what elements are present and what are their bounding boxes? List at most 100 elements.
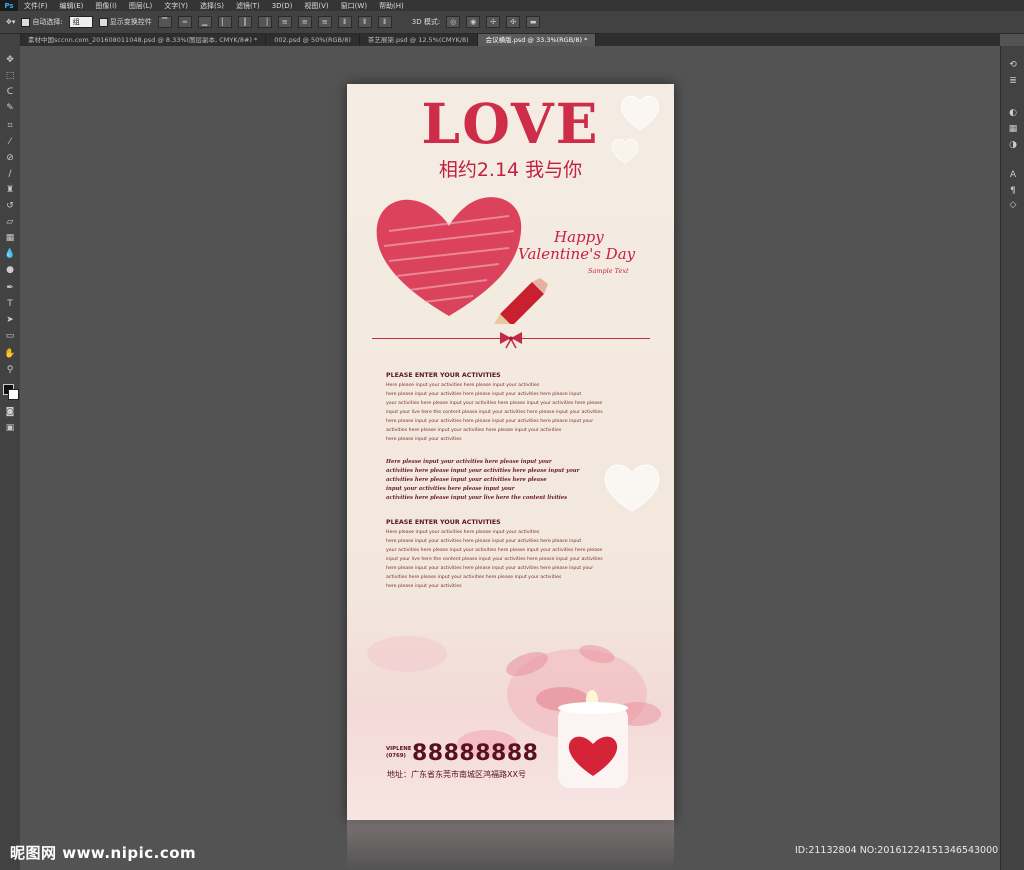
panels-strip: ⟲ ≣ ◐ ▦ ◑ A ¶ ◇	[1000, 46, 1024, 870]
align-right-icon[interactable]: ▕	[257, 16, 272, 28]
italic-line: Here please input your activities here p…	[386, 459, 552, 465]
section-2-line: here please input your activities	[386, 584, 462, 589]
auto-select-dropdown[interactable]: 组	[68, 16, 93, 28]
poster-canvas[interactable]: LOVE 相约2.14 我与你 Happy Valentine's Day Sa…	[347, 84, 674, 820]
align-center-icon[interactable]: ║	[237, 16, 252, 28]
heart-bubble-icon	[604, 464, 660, 512]
section-2-line: input your live here the content please …	[386, 557, 603, 562]
gradient-icon[interactable]: ▦	[4, 232, 16, 244]
brush-icon[interactable]: ∕	[4, 168, 16, 180]
image-id-text: ID:21132804 NO:20161224151346543000	[795, 845, 999, 856]
lasso-icon[interactable]: ᑕ	[4, 86, 16, 98]
section-2-title: PLEASE ENTER YOUR ACTIVITIES	[386, 519, 501, 526]
3d-panel-icon[interactable]: ◇	[1006, 198, 1020, 211]
align-middle-icon[interactable]: ═	[177, 16, 192, 28]
auto-select-label: 自动选择:	[32, 18, 63, 26]
section-1-line: input your live here the content please …	[386, 410, 603, 415]
paragraph-panel-icon[interactable]: ¶	[1006, 184, 1020, 197]
options-bar: ✥▾ 自动选择: 组 显示变换控件 ▔ ═ ▁ ▏ ║ ▕ ≡ ≡ ≡ ⦀ ⦀ …	[0, 11, 1024, 34]
area-code: (0769)	[386, 753, 406, 759]
menu-type[interactable]: 文字(Y)	[158, 1, 194, 11]
italic-line: activities here please input your activi…	[386, 468, 580, 474]
distribute-top-icon[interactable]: ≡	[277, 16, 292, 28]
valentines-label: Valentine's Day	[518, 245, 636, 263]
happy-valentines-text: Happy Valentine's Day Sample Text	[518, 229, 658, 280]
menu-edit[interactable]: 编辑(E)	[54, 1, 90, 11]
roll-3d-icon[interactable]: ◉	[466, 16, 481, 28]
move-tool-icon[interactable]: ✥▾	[6, 18, 15, 26]
dodge-icon[interactable]: ●	[4, 264, 16, 276]
menu-3d[interactable]: 3D(D)	[266, 2, 299, 10]
quick-select-icon[interactable]: ✎	[4, 102, 16, 114]
move-icon[interactable]: ✥	[4, 54, 16, 66]
show-transform-label: 显示变换控件	[109, 18, 152, 26]
eyedropper-icon[interactable]: ⁄	[4, 136, 16, 148]
menu-window[interactable]: 窗口(W)	[335, 1, 373, 11]
align-left-icon[interactable]: ▏	[217, 16, 232, 28]
swatches-panel-icon[interactable]: ▦	[1006, 122, 1020, 135]
clone-stamp-icon[interactable]: ♜	[4, 184, 16, 196]
menu-view[interactable]: 视图(V)	[298, 1, 334, 11]
italic-line: input your activities here please input …	[386, 486, 515, 492]
screen-mode-icon[interactable]: ▣	[4, 422, 16, 434]
history-panel-icon[interactable]: ⟲	[1006, 58, 1020, 71]
section-1-line: here please input your activities here p…	[386, 392, 582, 397]
section-1-line: here please input your activities	[386, 437, 462, 442]
color-panel-icon[interactable]: ◐	[1006, 106, 1020, 119]
slide-3d-icon[interactable]: ✣	[506, 16, 521, 28]
tab-document-1[interactable]: 素材中国sccnn.com_201608011048.psd @ 8.33%(图…	[20, 34, 267, 46]
menu-select[interactable]: 选择(S)	[194, 1, 230, 11]
document-tabs: 素材中国sccnn.com_201608011048.psd @ 8.33%(图…	[20, 34, 1000, 46]
character-panel-icon[interactable]: A	[1006, 168, 1020, 181]
menu-image[interactable]: 图像(I)	[89, 1, 123, 11]
show-transform-checkbox[interactable]: 显示变换控件	[98, 17, 152, 27]
distribute-middle-icon[interactable]: ≡	[297, 16, 312, 28]
address-text: 地址：广东省东莞市南城区鸿福路XX号	[387, 770, 526, 779]
blur-icon[interactable]: 💧	[4, 248, 16, 260]
history-brush-icon[interactable]: ↺	[4, 200, 16, 212]
tab-document-4[interactable]: 会议横版.psd @ 33.3%(RGB/8) *	[477, 34, 597, 46]
distribute-bottom-icon[interactable]: ≡	[317, 16, 332, 28]
adjustments-panel-icon[interactable]: ◑	[1006, 138, 1020, 151]
align-top-icon[interactable]: ▔	[157, 16, 172, 28]
hand-icon[interactable]: ✋	[4, 348, 16, 360]
drag-3d-icon[interactable]: ✢	[486, 16, 501, 28]
menu-layer[interactable]: 图层(L)	[123, 1, 158, 11]
background-color-swatch[interactable]	[8, 389, 19, 400]
menu-filter[interactable]: 滤镜(T)	[230, 1, 266, 11]
marquee-icon[interactable]: ⬚	[4, 70, 16, 82]
menu-bar: Ps 文件(F) 编辑(E) 图像(I) 图层(L) 文字(Y) 选择(S) 滤…	[0, 0, 1024, 11]
vip-label-text: VIPLENE	[386, 746, 412, 752]
sample-text-label: Sample Text	[588, 267, 629, 275]
distribute-right-icon[interactable]: ⦀	[377, 16, 392, 28]
properties-panel-icon[interactable]: ≣	[1006, 74, 1020, 87]
distribute-left-icon[interactable]: ⦀	[337, 16, 352, 28]
healing-brush-icon[interactable]: ⊘	[4, 152, 16, 164]
section-2-line: Here please input your activities here p…	[386, 530, 540, 535]
italic-line: activities here please input your live h…	[386, 495, 568, 501]
vip-label: VIPLENE (0769)	[386, 746, 411, 760]
mode-3d-label: 3D 模式:	[411, 18, 441, 26]
quick-mask-icon[interactable]: ◙	[4, 406, 16, 418]
tab-document-2[interactable]: 002.psd @ 50%(RGB/8)	[266, 34, 360, 46]
pen-icon[interactable]: ✒	[4, 282, 16, 294]
bow-icon	[500, 332, 522, 349]
section-1-line: Here please input your activities here p…	[386, 383, 540, 388]
crop-icon[interactable]: ⌗	[4, 120, 16, 132]
menu-help[interactable]: 帮助(H)	[373, 1, 410, 11]
menu-file[interactable]: 文件(F)	[18, 1, 54, 11]
zoom-icon[interactable]: ⚲	[4, 364, 16, 376]
eraser-icon[interactable]: ▱	[4, 216, 16, 228]
type-icon[interactable]: T	[4, 298, 16, 310]
auto-select-checkbox[interactable]: 自动选择:	[21, 17, 63, 27]
watermark-logo: 昵图网 www.nipic.com	[10, 844, 197, 862]
section-2-line: here please input your activities here p…	[386, 566, 594, 571]
tab-document-3[interactable]: 茶艺展架.psd @ 12.5%(CMYK/8)	[360, 34, 478, 46]
orbit-3d-icon[interactable]: ◎	[446, 16, 461, 28]
rectangle-icon[interactable]: ▭	[4, 330, 16, 342]
section-1-line: activities here please input your activi…	[386, 428, 562, 433]
scale-3d-icon[interactable]: ▬	[526, 16, 541, 28]
distribute-center-icon[interactable]: ⦀	[357, 16, 372, 28]
align-bottom-icon[interactable]: ▁	[197, 16, 212, 28]
path-select-icon[interactable]: ➤	[4, 314, 16, 326]
